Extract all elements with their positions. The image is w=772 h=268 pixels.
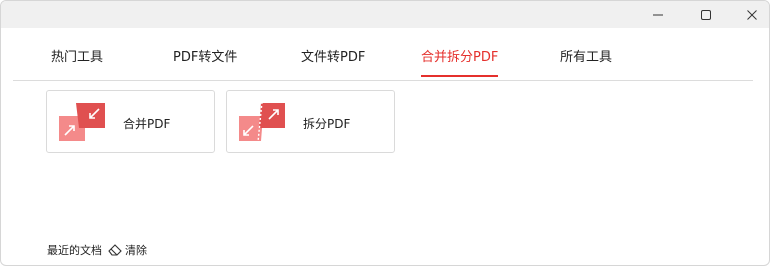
recent-documents-label: 最近的文档 xyxy=(47,244,102,257)
tool-tabs: 热门工具 PDF转文件 文件转PDF 合并拆分PDF 所有工具 xyxy=(13,45,753,81)
merge-pdf-label: 合并PDF xyxy=(123,117,171,131)
recent-documents-bar: 最近的文档 清除 xyxy=(47,242,147,258)
merge-pdf-card[interactable]: 合并PDF xyxy=(46,90,215,153)
close-button[interactable] xyxy=(729,1,769,28)
merge-pdf-icon xyxy=(59,103,105,141)
tab-pdf-to-file[interactable]: PDF转文件 xyxy=(173,49,237,75)
tab-file-to-pdf[interactable]: 文件转PDF xyxy=(301,49,365,75)
minimize-icon xyxy=(653,14,663,15)
maximize-button[interactable] xyxy=(683,1,729,28)
tab-all-tools[interactable]: 所有工具 xyxy=(560,49,612,75)
split-pdf-icon xyxy=(239,102,285,142)
eraser-icon xyxy=(108,244,122,256)
clear-label: 清除 xyxy=(125,244,147,257)
title-bar xyxy=(1,1,769,28)
split-pdf-label: 拆分PDF xyxy=(303,117,351,131)
tab-hot-tools[interactable]: 热门工具 xyxy=(51,49,103,75)
app-window: 热门工具 PDF转文件 文件转PDF 合并拆分PDF 所有工具 合并PDF 拆分… xyxy=(0,0,770,266)
clear-button[interactable]: 清除 xyxy=(108,242,147,258)
minimize-button[interactable] xyxy=(635,1,681,28)
tab-merge-split-pdf[interactable]: 合并拆分PDF xyxy=(421,49,499,77)
maximize-icon xyxy=(701,9,711,20)
close-icon xyxy=(747,9,757,20)
split-pdf-card[interactable]: 拆分PDF xyxy=(226,90,395,153)
